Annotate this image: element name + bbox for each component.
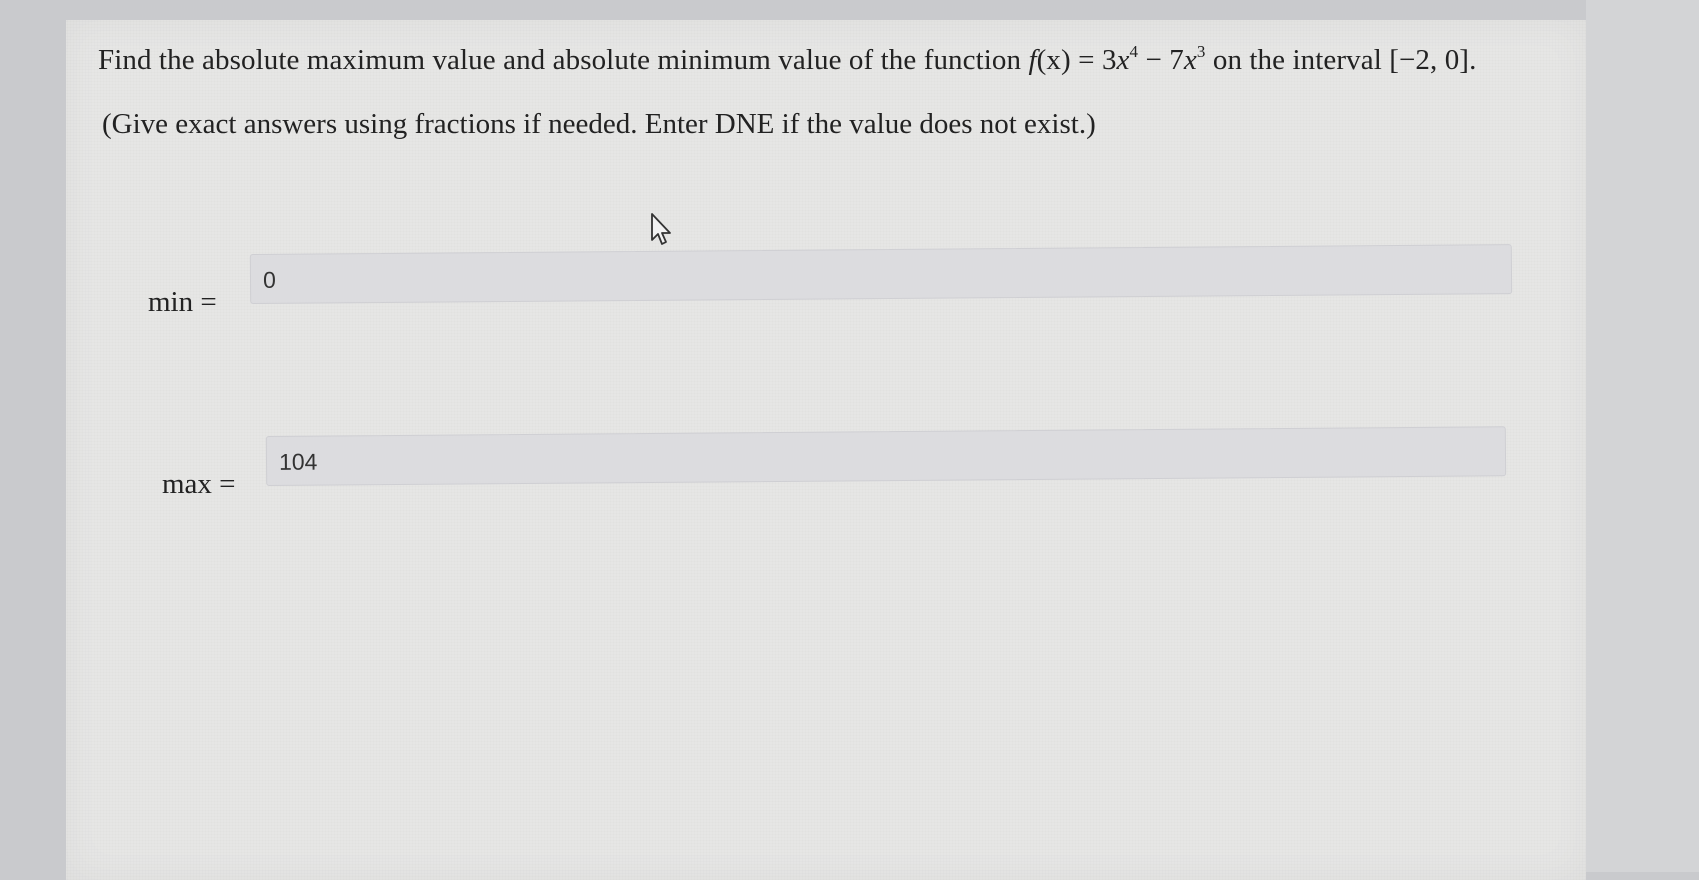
screen-edge (1586, 0, 1699, 872)
question-prefix: Find the absolute maximum value and abso… (98, 44, 1029, 76)
min-label: min = (148, 286, 217, 318)
variable-x-1: x (1116, 44, 1130, 76)
exponent-3: 3 (1196, 42, 1206, 61)
function-argument: (x) = 3 (1036, 44, 1117, 76)
max-label: max = (162, 468, 236, 500)
min-answer-input[interactable]: 0 (249, 244, 1513, 304)
instruction-note: (Give exact answers using fractions if n… (102, 108, 1096, 140)
minus-term: − 7 (1138, 44, 1184, 76)
mouse-pointer-icon (651, 213, 671, 245)
variable-x-2: x (1183, 44, 1197, 76)
question-text: Find the absolute maximum value and abso… (98, 42, 1477, 77)
question-suffix: on the interval [−2, 0]. (1205, 44, 1477, 76)
max-answer-input[interactable]: 104 (265, 426, 1507, 486)
exponent-4: 4 (1129, 42, 1139, 61)
function-name: f (1028, 44, 1037, 76)
